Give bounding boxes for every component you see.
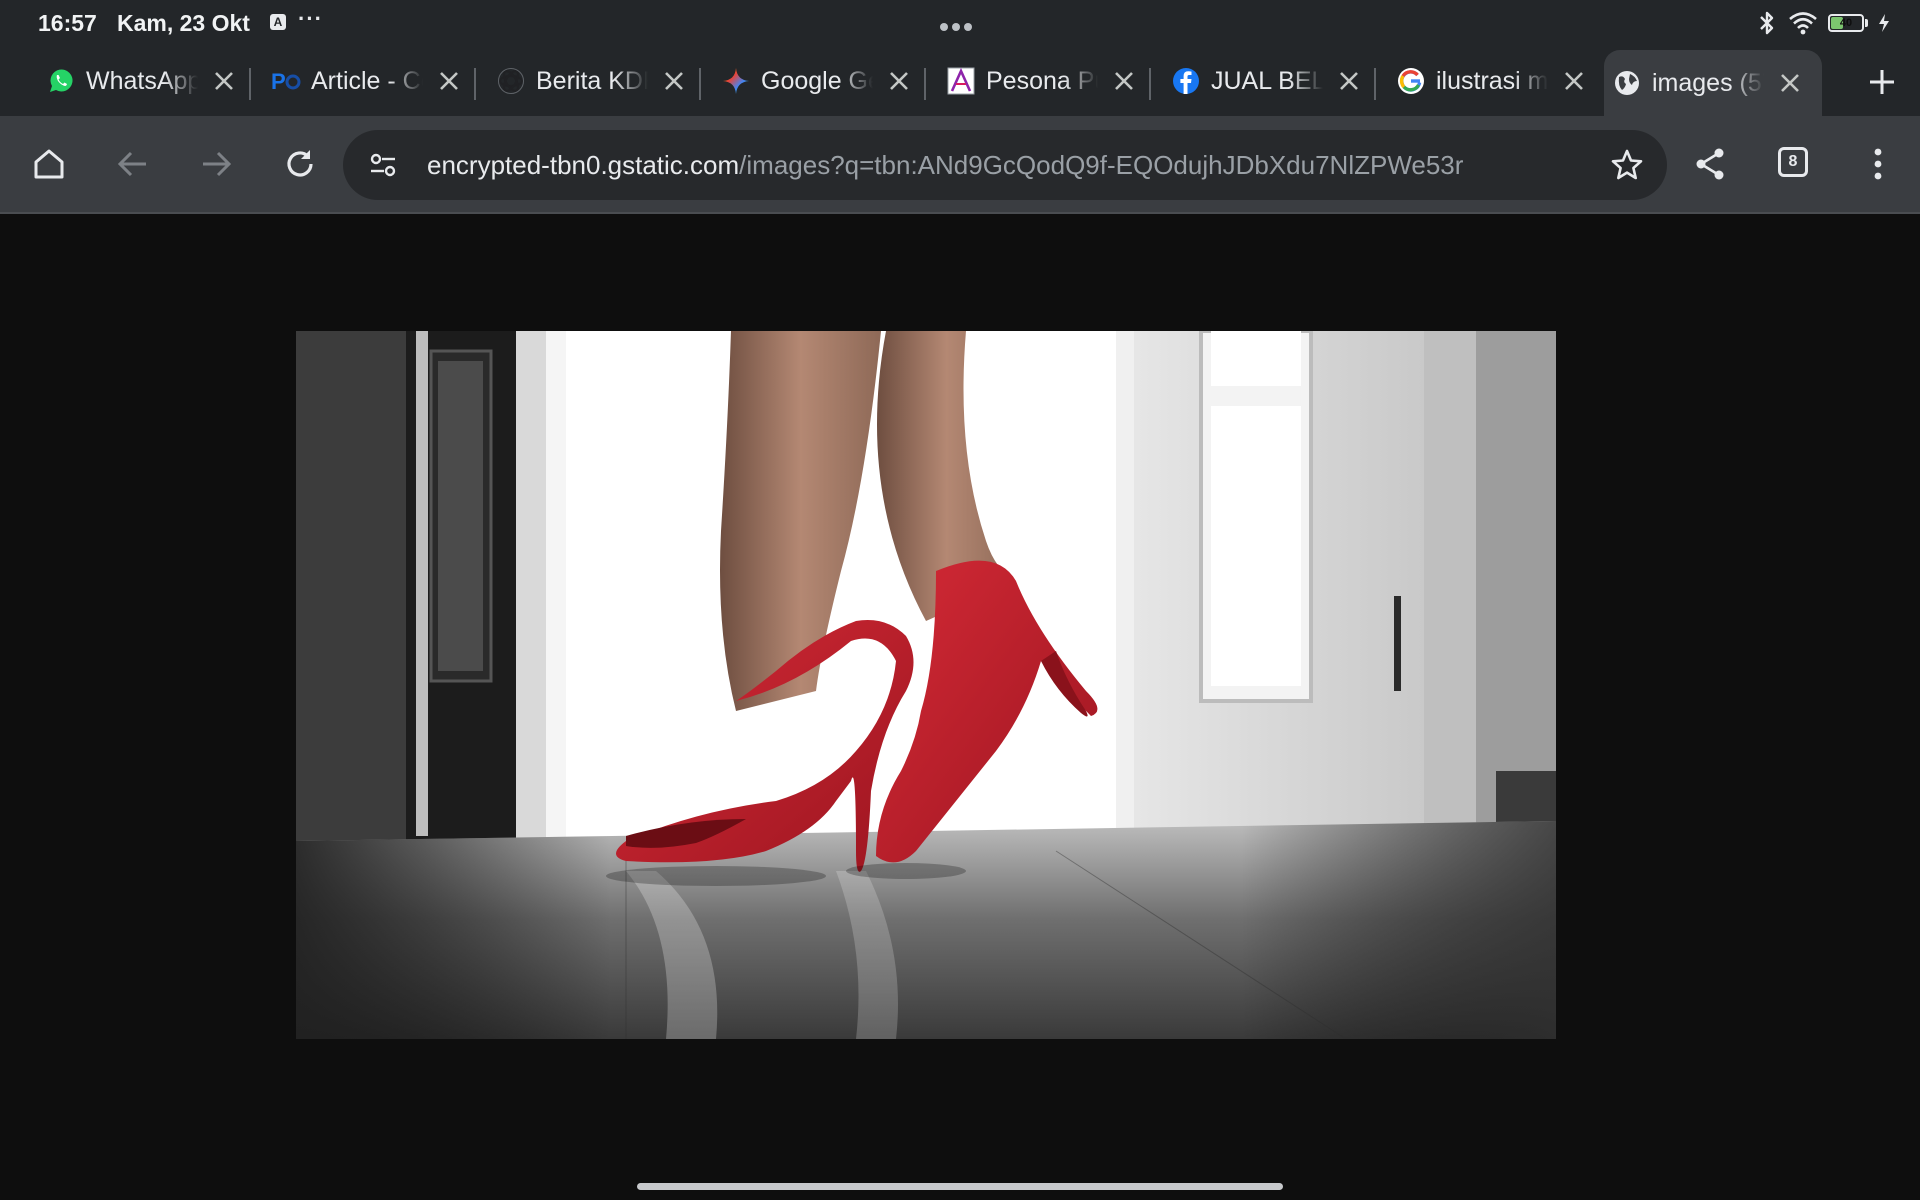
close-tab-icon[interactable] <box>1560 67 1588 95</box>
home-icon <box>34 149 64 179</box>
back-button[interactable] <box>108 139 158 189</box>
wifi-icon <box>1789 12 1817 35</box>
image-red-high-heels[interactable] <box>296 331 1556 1039</box>
whatsapp-icon <box>46 66 76 96</box>
tab-divider <box>924 68 926 100</box>
tab-divider <box>474 68 476 100</box>
photo-illustration <box>296 331 1556 1039</box>
tab-title: ilustrasi m <box>1436 66 1548 95</box>
close-tab-icon[interactable] <box>1776 69 1804 97</box>
tab-switcher-button[interactable]: 8 <box>1778 147 1808 177</box>
status-date: Kam, 23 Okt <box>117 10 250 36</box>
battery-cap <box>1865 19 1868 27</box>
plus-icon <box>1870 70 1894 94</box>
multitask-handle-icon[interactable] <box>940 18 980 31</box>
tab-title: Article - Cool <box>311 66 423 95</box>
close-tab-icon[interactable] <box>1110 67 1138 95</box>
battery-level-text: 40 <box>1839 17 1853 29</box>
tab-divider <box>1374 68 1376 100</box>
page-content <box>0 214 1920 1200</box>
share-icon <box>1696 148 1724 180</box>
tab-strip: WhatsApp P Article - Cool <box>0 46 1920 116</box>
reload-button[interactable] <box>275 139 325 189</box>
menu-button[interactable] <box>1853 139 1903 189</box>
close-tab-icon[interactable] <box>210 67 238 95</box>
tab-pesona[interactable]: Pesona Purba <box>938 50 1163 112</box>
tab-google-gemini[interactable]: Google Gemini <box>713 50 938 112</box>
forward-button[interactable] <box>191 139 241 189</box>
tab-divider <box>699 68 701 100</box>
tab-title: Pesona Purba <box>986 66 1098 95</box>
tab-ilustrasi[interactable]: ilustrasi m <box>1388 50 1613 112</box>
status-bar: 16:57 Kam, 23 Okt A ··· 40 <box>0 0 1920 46</box>
status-time: 16:57 <box>38 10 97 36</box>
address-bar[interactable]: encrypted-tbn0.gstatic.com/images?q=tbn:… <box>343 130 1667 200</box>
close-tab-icon[interactable] <box>1335 67 1363 95</box>
close-tab-icon[interactable] <box>660 67 688 95</box>
new-tab-button[interactable] <box>1860 60 1904 104</box>
url-text[interactable]: encrypted-tbn0.gstatic.com/images?q=tbn:… <box>427 149 1577 181</box>
tab-whatsapp[interactable]: WhatsApp <box>38 50 263 112</box>
gesture-home-bar[interactable] <box>637 1183 1283 1190</box>
battery-icon: 40 <box>1828 14 1864 32</box>
close-tab-icon[interactable] <box>435 67 463 95</box>
home-button[interactable] <box>24 139 74 189</box>
more-vert-icon <box>1874 148 1882 180</box>
arrow-left-icon <box>117 151 146 177</box>
google-icon <box>1396 66 1426 96</box>
arrow-right-icon <box>203 151 232 177</box>
tab-title: WhatsApp <box>86 66 198 95</box>
bluetooth-icon <box>1760 11 1774 35</box>
share-button[interactable] <box>1685 139 1735 189</box>
bookmark-star-icon[interactable] <box>1609 147 1645 183</box>
tab-divider <box>249 68 251 100</box>
tab-title: JUAL BELI <box>1211 66 1323 95</box>
status-icons: 40 <box>1756 10 1890 36</box>
tab-article[interactable]: P Article - Cool <box>263 50 488 112</box>
url-path: /images?q=tbn:ANd9GcQodQ9f-EQOdujhJDbXdu… <box>739 150 1464 180</box>
svg-text:P: P <box>271 69 286 94</box>
url-host: encrypted-tbn0.gstatic.com <box>427 150 740 180</box>
gemini-icon <box>721 66 751 96</box>
tab-divider <box>1149 68 1151 100</box>
page-info-icon[interactable] <box>367 149 399 181</box>
globe-icon <box>1612 68 1642 98</box>
facebook-icon <box>1171 66 1201 96</box>
openai-icon <box>496 66 526 96</box>
charging-icon <box>1879 14 1889 32</box>
more-notifications-icon: ··· <box>298 6 323 31</box>
tab-title: Google Gemini <box>761 66 873 95</box>
tab-images-active[interactable]: images (57 <box>1604 50 1822 116</box>
article-icon: P <box>271 66 301 96</box>
tab-jual-beli[interactable]: JUAL BELI <box>1163 50 1388 112</box>
notification-icon: A <box>270 14 286 30</box>
browser-toolbar: encrypted-tbn0.gstatic.com/images?q=tbn:… <box>0 116 1920 214</box>
close-tab-icon[interactable] <box>885 67 913 95</box>
pesona-icon <box>946 66 976 96</box>
tab-berita[interactable]: Berita KDR <box>488 50 713 112</box>
reload-icon <box>287 150 313 177</box>
tab-title: Berita KDR <box>536 66 648 95</box>
tab-title: images (57 <box>1652 68 1764 97</box>
